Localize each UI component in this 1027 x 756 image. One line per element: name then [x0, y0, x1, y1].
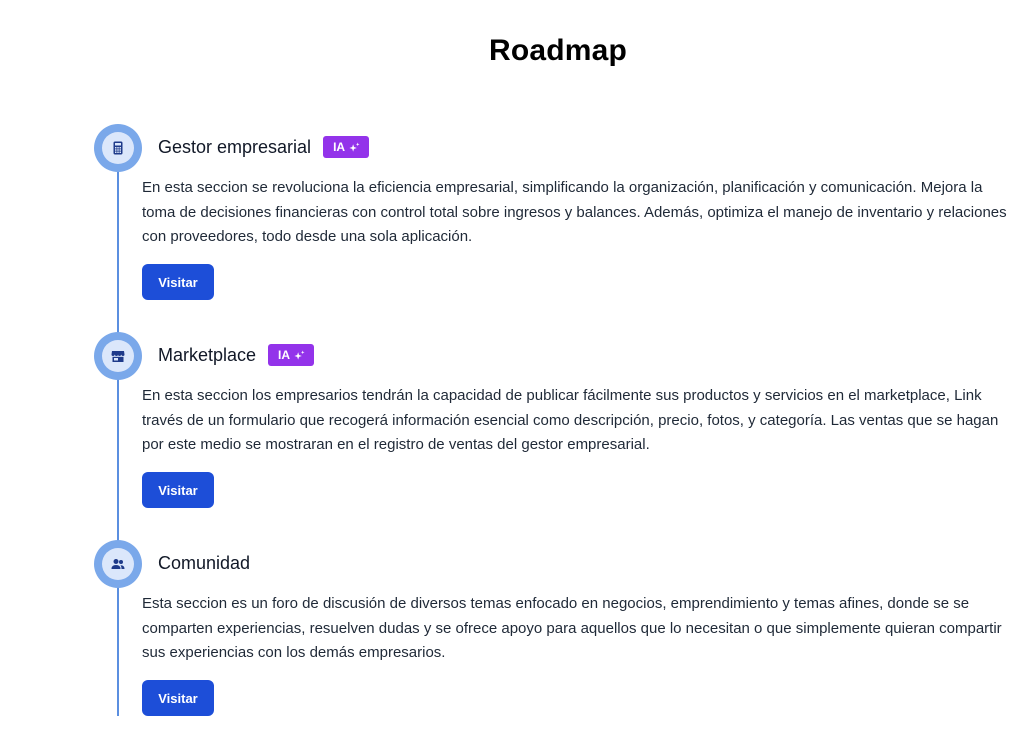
item-title: Comunidad [158, 553, 251, 573]
badge-label: IA [333, 140, 346, 154]
item-header: Comunidad [158, 551, 250, 575]
timeline-node [94, 332, 142, 380]
sparkles-icon [349, 141, 360, 152]
item-header: Gestor empresarial IA [158, 135, 370, 159]
ia-badge: IA [268, 344, 315, 366]
visit-button-gestor[interactable]: Visitar [142, 264, 214, 300]
item-description: En esta seccion se revoluciona la eficie… [142, 179, 1007, 245]
badge-label: IA [278, 348, 291, 362]
calculator-icon [113, 141, 123, 155]
item-title: Marketplace [158, 345, 257, 365]
sparkles-icon [294, 349, 305, 360]
timeline-line [117, 148, 119, 716]
item-description: En esta seccion los empresarios tendrán … [142, 387, 999, 453]
ia-badge: IA [323, 136, 370, 158]
page-title: Roadmap [488, 34, 628, 67]
store-icon [111, 351, 125, 362]
item-title: Gestor empresarial [158, 137, 312, 157]
item-header: Marketplace IA [158, 343, 315, 367]
roadmap-page: Roadmap Gestor empresarial IA En esta se… [0, 0, 1027, 756]
timeline-node [94, 124, 142, 172]
visit-button-marketplace[interactable]: Visitar [142, 472, 214, 508]
visit-button-comunidad[interactable]: Visitar [142, 680, 214, 716]
item-description: Esta seccion es un foro de discusión de … [142, 595, 1002, 661]
users-icon [111, 559, 125, 569]
timeline-node [94, 540, 142, 588]
